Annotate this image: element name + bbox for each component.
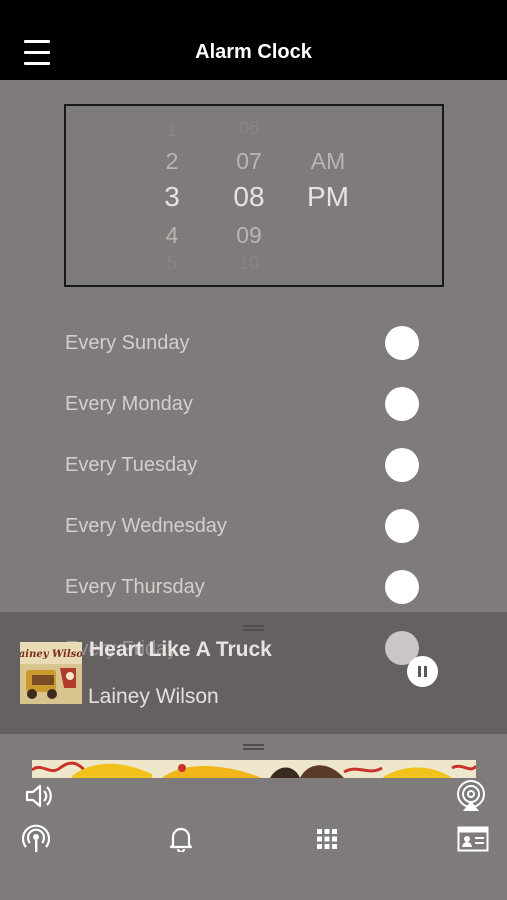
day-row-sunday[interactable]: Every Sunday: [0, 312, 507, 373]
radio-podcast-icon[interactable]: [21, 824, 51, 854]
bottom-sheet-grabber[interactable]: [243, 744, 264, 750]
hour-selected: 3: [164, 181, 180, 212]
period-wheel[interactable]: AM PM: [300, 106, 356, 285]
album-art: Lainey Wilson: [20, 642, 82, 704]
alarm-bell-icon[interactable]: [169, 826, 193, 854]
track-title: Heart Like A Truck: [89, 638, 272, 661]
airplay-icon[interactable]: [455, 780, 487, 812]
hour-option: 2: [165, 148, 179, 174]
player-grabber[interactable]: [243, 625, 264, 631]
day-label: Every Tuesday: [65, 454, 198, 476]
contact-card-icon[interactable]: [457, 826, 489, 852]
minute-option: 10: [238, 253, 260, 273]
minute-option: 07: [236, 148, 262, 174]
day-label: Every Thursday: [65, 576, 205, 598]
day-toggle[interactable]: [385, 326, 419, 360]
day-label: Every Sunday: [65, 332, 190, 354]
day-toggle[interactable]: [385, 509, 419, 543]
day-row-thursday[interactable]: Every Thursday: [0, 556, 507, 617]
day-label: Every Monday: [65, 393, 193, 415]
day-row-tuesday[interactable]: Every Tuesday: [0, 434, 507, 495]
minute-option: 06: [238, 118, 260, 138]
banner-ad[interactable]: [32, 760, 476, 778]
page-title: Alarm Clock: [195, 41, 312, 63]
time-picker[interactable]: 1 2 3 4 5 06 07 08 09 10 AM PM: [64, 104, 444, 287]
track-artist: Lainey Wilson: [88, 685, 219, 708]
day-toggle[interactable]: [385, 387, 419, 421]
period-selected: PM: [307, 181, 349, 212]
day-label: Every Wednesday: [65, 515, 227, 537]
pause-button[interactable]: [407, 656, 438, 687]
day-toggle[interactable]: [385, 570, 419, 604]
header-bar: Alarm Clock: [0, 0, 507, 80]
hour-wheel[interactable]: 1 2 3 4 5: [150, 106, 194, 285]
day-row-wednesday[interactable]: Every Wednesday: [0, 495, 507, 556]
day-toggle[interactable]: [385, 448, 419, 482]
hour-option: 4: [165, 222, 179, 248]
album-art-text: Lainey Wilson: [20, 649, 82, 660]
hour-option: 5: [166, 253, 177, 273]
minute-selected: 08: [233, 181, 265, 212]
pause-icon: [418, 666, 421, 677]
volume-icon[interactable]: [24, 782, 54, 810]
minute-option: 09: [236, 222, 262, 248]
minute-wheel[interactable]: 06 07 08 09 10: [224, 106, 274, 285]
period-option: AM: [310, 148, 346, 174]
grid-icon[interactable]: [317, 829, 337, 849]
hour-option: 1: [166, 120, 177, 140]
day-row-monday[interactable]: Every Monday: [0, 373, 507, 434]
